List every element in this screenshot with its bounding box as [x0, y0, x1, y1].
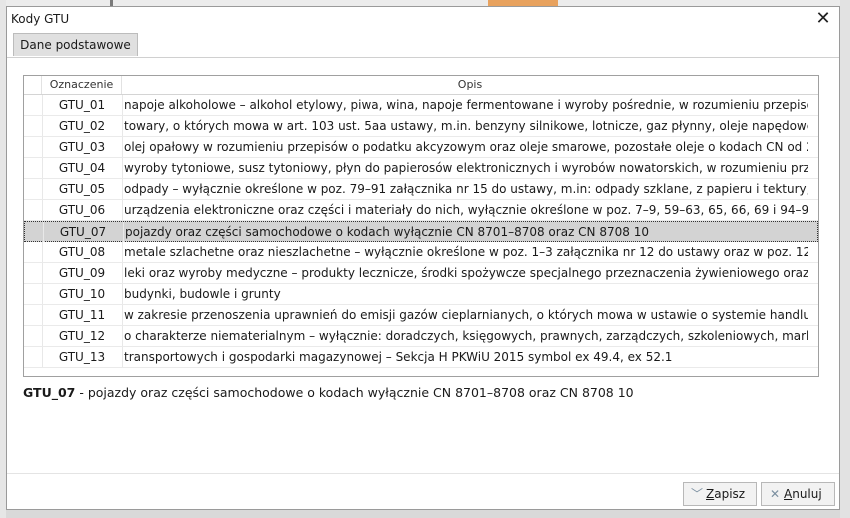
- cancel-button-label: nuluj: [792, 487, 822, 501]
- row-description-cell: napoje alkoholowe – alkohol etylowy, piw…: [124, 98, 808, 112]
- row-description-cell: w zakresie przenoszenia uprawnień do emi…: [124, 308, 808, 322]
- gtu-codes-grid[interactable]: Oznaczenie Opis GTU_01 napoje alkoholowe …: [23, 75, 819, 377]
- row-indicator-cell: [24, 284, 43, 304]
- table-row[interactable]: GTU_09 leki oraz wyroby medyczne – produk…: [24, 263, 818, 284]
- row-description-cell: metale szlachetne oraz nieszlachetne – w…: [124, 245, 808, 259]
- detail-code: GTU_07: [23, 385, 76, 400]
- window-title: Kody GTU: [11, 12, 70, 26]
- row-indicator-cell: [24, 137, 43, 157]
- table-row[interactable]: GTU_08 metale szlachetne oraz nieszlachet…: [24, 242, 818, 263]
- title-bar: Kody GTU ✕: [7, 7, 839, 33]
- detail-text: - pojazdy oraz części samochodowe o koda…: [75, 385, 634, 400]
- row-code-cell: GTU_07: [43, 222, 124, 242]
- row-description-cell: pojazdy oraz części samochodowe o kodach…: [125, 225, 649, 239]
- row-code-cell: GTU_12: [42, 326, 123, 346]
- row-code-cell: GTU_08: [42, 242, 123, 262]
- table-row[interactable]: GTU_06 urządzenia elektroniczne oraz częś…: [24, 200, 818, 221]
- chevron-down-icon: ﹀: [690, 487, 703, 501]
- table-row[interactable]: GTU_04 wyroby tytoniowe, susz tytoniowy, …: [24, 158, 818, 179]
- row-description-cell: odpady – wyłącznie określone w poz. 79–9…: [124, 182, 808, 196]
- tab-bar: Dane podstawowe: [7, 33, 839, 58]
- row-code-cell: GTU_13: [42, 347, 123, 367]
- table-row[interactable]: GTU_11 w zakresie przenoszenia uprawnień …: [24, 305, 818, 326]
- cancel-button[interactable]: ✕ Anuluj: [761, 482, 835, 506]
- table-row[interactable]: GTU_02 towary, o których mowa w art. 103 …: [24, 116, 818, 137]
- footer-divider: [7, 473, 839, 474]
- row-indicator-cell: [24, 116, 43, 136]
- row-code-cell: GTU_03: [42, 137, 123, 157]
- row-description-cell: wyroby tytoniowe, susz tytoniowy, płyn d…: [124, 161, 808, 175]
- save-button[interactable]: ﹀ Zapisz: [683, 482, 757, 506]
- table-row[interactable]: GTU_01 napoje alkoholowe – alkohol etylow…: [24, 95, 818, 116]
- table-row[interactable]: GTU_10 budynki, budowle i grunty: [24, 284, 818, 305]
- row-indicator-cell: [25, 222, 44, 242]
- column-header-code[interactable]: Oznaczenie: [42, 76, 122, 94]
- save-button-label: apisz: [714, 487, 746, 501]
- grid-header: Oznaczenie Opis: [24, 76, 818, 95]
- row-code-cell: GTU_10: [42, 284, 123, 304]
- row-indicator-cell: [24, 158, 43, 178]
- row-code-cell: GTU_06: [42, 200, 123, 220]
- column-header-description[interactable]: Opis: [122, 76, 818, 94]
- save-button-mnemonic: Z: [706, 487, 715, 501]
- header-indicator-cell: [24, 76, 42, 94]
- row-indicator-cell: [24, 242, 43, 262]
- row-description-cell: leki oraz wyroby medyczne – produkty lec…: [124, 266, 808, 280]
- row-description-cell: budynki, budowle i grunty: [124, 287, 281, 301]
- background-window-right: [840, 0, 850, 518]
- row-indicator-cell: [24, 347, 43, 367]
- selected-code-detail: GTU_07 - pojazdy oraz części samochodowe…: [23, 385, 634, 400]
- row-code-cell: GTU_04: [42, 158, 123, 178]
- table-row[interactable]: GTU_03 olej opałowy w rozumieniu przepisó…: [24, 137, 818, 158]
- row-code-cell: GTU_05: [42, 179, 123, 199]
- row-code-cell: GTU_11: [42, 305, 123, 325]
- close-x-icon: ✕: [769, 487, 781, 501]
- gtu-dialog: Kody GTU ✕ Dane podstawowe Oznaczenie Op…: [6, 6, 840, 510]
- row-code-cell: GTU_02: [42, 116, 123, 136]
- cancel-button-mnemonic: A: [784, 487, 793, 501]
- row-description-cell: towary, o których mowa w art. 103 ust. 5…: [124, 119, 808, 133]
- close-icon[interactable]: ✕: [813, 9, 833, 29]
- row-indicator-cell: [24, 326, 43, 346]
- row-description-cell: transportowych i gospodarki magazynowej …: [124, 350, 673, 364]
- table-row[interactable]: GTU_13 transportowych i gospodarki magazy…: [24, 347, 818, 368]
- row-indicator-cell: [24, 95, 43, 115]
- row-indicator-cell: [24, 263, 43, 283]
- table-row[interactable]: GTU_12 o charakterze niematerialnym – wył…: [24, 326, 818, 347]
- row-indicator-cell: [24, 179, 43, 199]
- table-row[interactable]: GTU_05 odpady – wyłącznie określone w poz…: [24, 179, 818, 200]
- tab-dane-podstawowe[interactable]: Dane podstawowe: [13, 33, 138, 56]
- row-indicator-cell: [24, 200, 43, 220]
- row-code-cell: GTU_01: [42, 95, 123, 115]
- row-indicator-cell: [24, 305, 43, 325]
- row-description-cell: olej opałowy w rozumieniu przepisów o po…: [124, 140, 808, 154]
- row-description-cell: o charakterze niematerialnym – wyłącznie…: [124, 329, 808, 343]
- table-row[interactable]: GTU_07 pojazdy oraz części samochodowe o …: [24, 221, 818, 242]
- row-description-cell: urządzenia elektroniczne oraz części i m…: [124, 203, 808, 217]
- row-code-cell: GTU_09: [42, 263, 123, 283]
